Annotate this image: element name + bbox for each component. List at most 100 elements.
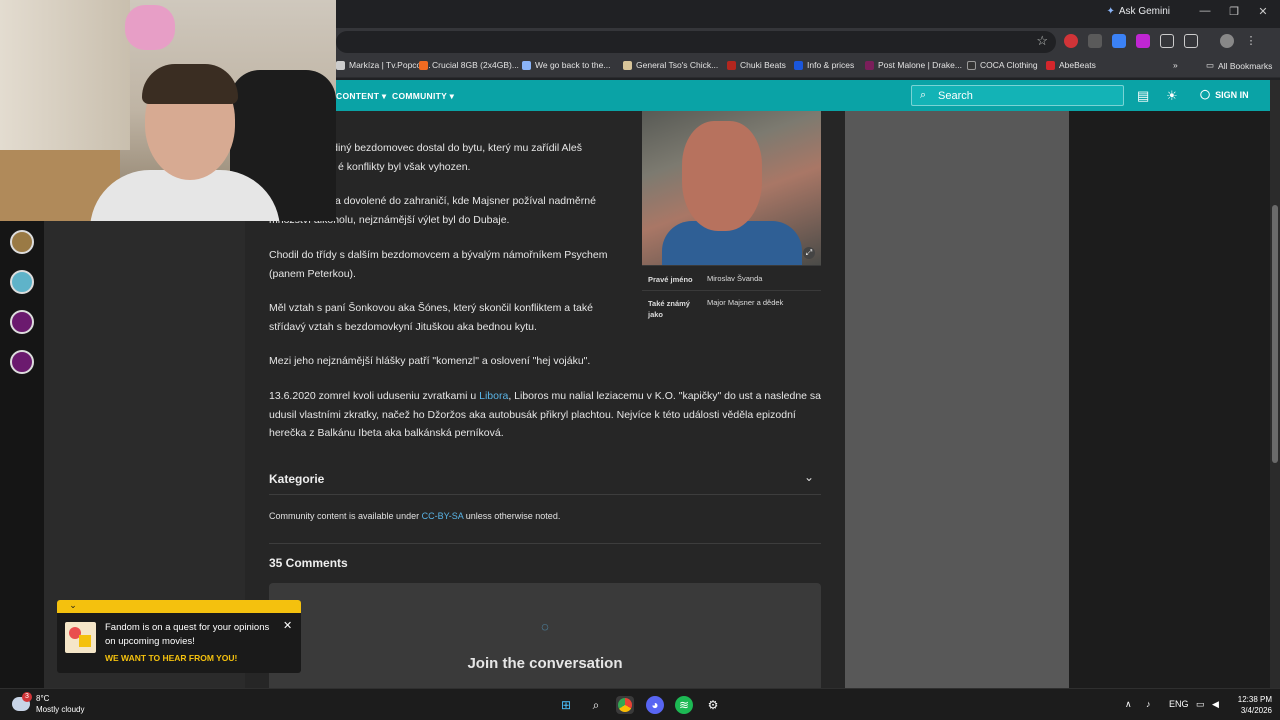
user-icon: ◯ bbox=[1200, 89, 1211, 99]
menu-dots-icon[interactable]: ⋮ bbox=[1244, 34, 1258, 48]
weather-text: 8°C Mostly cloudy bbox=[36, 693, 84, 715]
rail-flame-icon[interactable] bbox=[10, 350, 34, 374]
libora-link[interactable]: Libora bbox=[479, 390, 508, 402]
close-window-icon[interactable]: ✕ bbox=[1254, 5, 1272, 21]
tray-overflow-icon[interactable]: ∧ bbox=[1125, 699, 1132, 710]
bookmark-item[interactable]: Crucial 8GB (2x4GB)... bbox=[419, 60, 519, 70]
gemini-icon: ✦ bbox=[1106, 6, 1115, 17]
rail-wiki-icon[interactable] bbox=[10, 270, 34, 294]
infobox-row: Pravé jméno Miroslav Švanda bbox=[642, 265, 821, 290]
bookmark-label: Crucial 8GB (2x4GB)... bbox=[432, 60, 519, 70]
extension-icon[interactable] bbox=[1136, 34, 1150, 48]
article-paragraph: Měl vztah s paní Šonkovou aka Šónes, kte… bbox=[269, 302, 593, 333]
bookmark-item[interactable]: Chuki Beats bbox=[727, 60, 786, 70]
sign-in-button[interactable]: ◯ SIGN IN bbox=[1200, 89, 1249, 100]
discord-icon[interactable]: ◕ bbox=[646, 696, 664, 714]
rail-wiki-icon[interactable] bbox=[10, 230, 34, 254]
nav-community-label: COMMUNITY bbox=[392, 91, 447, 101]
nav-content-menu[interactable]: CONTENT ▾ bbox=[336, 91, 386, 102]
all-bookmarks-label: All Bookmarks bbox=[1218, 60, 1273, 71]
right-column bbox=[845, 111, 1069, 688]
nav-community-menu[interactable]: COMMUNITY ▾ bbox=[392, 91, 454, 102]
chevron-down-icon[interactable]: ⌄ bbox=[804, 470, 814, 484]
app-icon[interactable]: ⚙ bbox=[704, 696, 722, 714]
license-text: Community content is available under bbox=[269, 511, 422, 521]
extension-icon[interactable] bbox=[1064, 34, 1078, 48]
weather-badge: 3 bbox=[22, 692, 32, 702]
search-input[interactable]: ⌕ Search bbox=[911, 85, 1124, 106]
ask-gemini-button[interactable]: ✦ Ask Gemini bbox=[1106, 6, 1170, 17]
toast-message: Fandom is on a quest for your opinions o… bbox=[105, 622, 270, 647]
network-icon[interactable]: ▭ bbox=[1196, 699, 1205, 710]
side-panel-icon[interactable] bbox=[1184, 34, 1198, 48]
weather-widget[interactable]: 3 8°C Mostly cloudy bbox=[12, 692, 84, 715]
comments-panel: ◌ Join the conversation bbox=[269, 583, 821, 688]
divider bbox=[269, 494, 821, 495]
url-omnibox[interactable]: ☆ bbox=[336, 31, 1056, 53]
expand-icon[interactable]: ⤢ bbox=[803, 247, 815, 259]
spotify-icon[interactable]: ≋ bbox=[675, 696, 693, 714]
minimize-icon[interactable]: — bbox=[1196, 5, 1214, 21]
microphone-icon[interactable]: ♪ bbox=[1146, 699, 1151, 709]
restore-icon[interactable]: ❐ bbox=[1225, 5, 1243, 21]
bookmark-favicon bbox=[727, 60, 736, 70]
bookmark-favicon bbox=[865, 60, 874, 70]
toast-cta-link[interactable]: WE WANT TO HEAR FROM YOU! bbox=[105, 653, 237, 663]
bookmark-star-icon[interactable]: ☆ bbox=[1036, 33, 1048, 49]
infobox-row: Také známý jako Major Majsner a dědek bbox=[642, 290, 821, 326]
bookmark-item[interactable]: COCA Clothing bbox=[967, 60, 1038, 70]
discussions-icon[interactable]: ▤ bbox=[1137, 88, 1149, 104]
system-clock[interactable]: 12:38 PM 3/4/2026 bbox=[1228, 694, 1272, 716]
language-indicator[interactable]: ENG bbox=[1169, 699, 1189, 709]
bookmark-favicon bbox=[522, 60, 531, 70]
windows-start-icon[interactable]: ⊞ bbox=[557, 696, 575, 714]
bookmark-favicon bbox=[623, 60, 632, 70]
collapse-chevron-icon[interactable]: ⌄ bbox=[64, 600, 82, 613]
bookmark-item[interactable]: Markíza | Tv.Popcor... bbox=[336, 60, 431, 70]
caret-down-icon: ▾ bbox=[381, 91, 387, 101]
extension-icon[interactable] bbox=[1112, 34, 1126, 48]
clock-date: 3/4/2026 bbox=[1240, 706, 1272, 715]
search-icon[interactable]: ⌕ bbox=[587, 696, 605, 714]
bookmark-item[interactable]: We go back to the... bbox=[522, 60, 610, 70]
bookmark-item[interactable]: Post Malone | Drake... bbox=[865, 60, 962, 70]
article-paragraph: 13.6.2020 zomrel kvoli uduseniu zvratkam… bbox=[269, 387, 821, 443]
article-text: 13.6.2020 zomrel kvoli uduseniu zvratkam… bbox=[269, 390, 480, 402]
profile-avatar[interactable] bbox=[1220, 34, 1234, 48]
page-margin bbox=[1069, 111, 1270, 688]
infobox-value: Major Majsner a dědek bbox=[707, 298, 784, 307]
close-icon[interactable]: ✕ bbox=[283, 619, 292, 632]
bookmark-label: General Tso's Chick... bbox=[636, 60, 719, 70]
article-paragraph: Mezi jeho nejznámější hlášky patří "kome… bbox=[269, 355, 591, 367]
bookmark-item[interactable]: Info & prices bbox=[794, 60, 854, 70]
bookmarks-overflow-icon[interactable]: » bbox=[1173, 60, 1178, 70]
license-link[interactable]: CC-BY-SA bbox=[422, 511, 464, 521]
clock-time: 12:38 PM bbox=[1237, 695, 1272, 704]
bookmark-favicon bbox=[1046, 60, 1055, 70]
sign-in-label: SIGN IN bbox=[1215, 89, 1249, 100]
webcam-person bbox=[142, 64, 238, 104]
caret-down-icon: ▾ bbox=[449, 91, 455, 101]
article-paragraph: Chodil do třídy s dalším bezdomovcem a b… bbox=[269, 249, 608, 280]
bookmark-favicon bbox=[336, 60, 345, 70]
comments-count: 35 Comments bbox=[269, 556, 348, 570]
windows-taskbar: 3 8°C Mostly cloudy ⊞ ⌕ ◕ ≋ ⚙ ∧ ♪ ENG ▭ … bbox=[0, 688, 1280, 720]
nav-content-label: CONTENT bbox=[336, 91, 380, 101]
toast-logo bbox=[65, 622, 96, 653]
extension-icon[interactable] bbox=[1088, 34, 1102, 48]
page-scrollbar[interactable] bbox=[1270, 80, 1280, 688]
theme-toggle-icon[interactable]: ☀ bbox=[1166, 88, 1178, 104]
bookmark-favicon bbox=[967, 60, 976, 70]
rail-flame-icon[interactable] bbox=[10, 310, 34, 334]
bookmark-label: We go back to the... bbox=[535, 60, 611, 70]
categories-heading[interactable]: Kategorie bbox=[269, 472, 324, 486]
bookmark-favicon bbox=[419, 60, 428, 70]
bookmark-item[interactable]: General Tso's Chick... bbox=[623, 60, 718, 70]
puzzle-icon[interactable] bbox=[1160, 34, 1174, 48]
chrome-icon[interactable] bbox=[616, 696, 634, 714]
bookmark-item[interactable]: AbeBeats bbox=[1046, 60, 1096, 70]
scroll-thumb[interactable] bbox=[1272, 205, 1278, 463]
volume-icon[interactable]: ◀ bbox=[1212, 699, 1219, 710]
all-bookmarks-button[interactable]: ▭ All Bookmarks bbox=[1206, 60, 1272, 71]
portrait-image[interactable]: ⤢ bbox=[642, 111, 821, 265]
